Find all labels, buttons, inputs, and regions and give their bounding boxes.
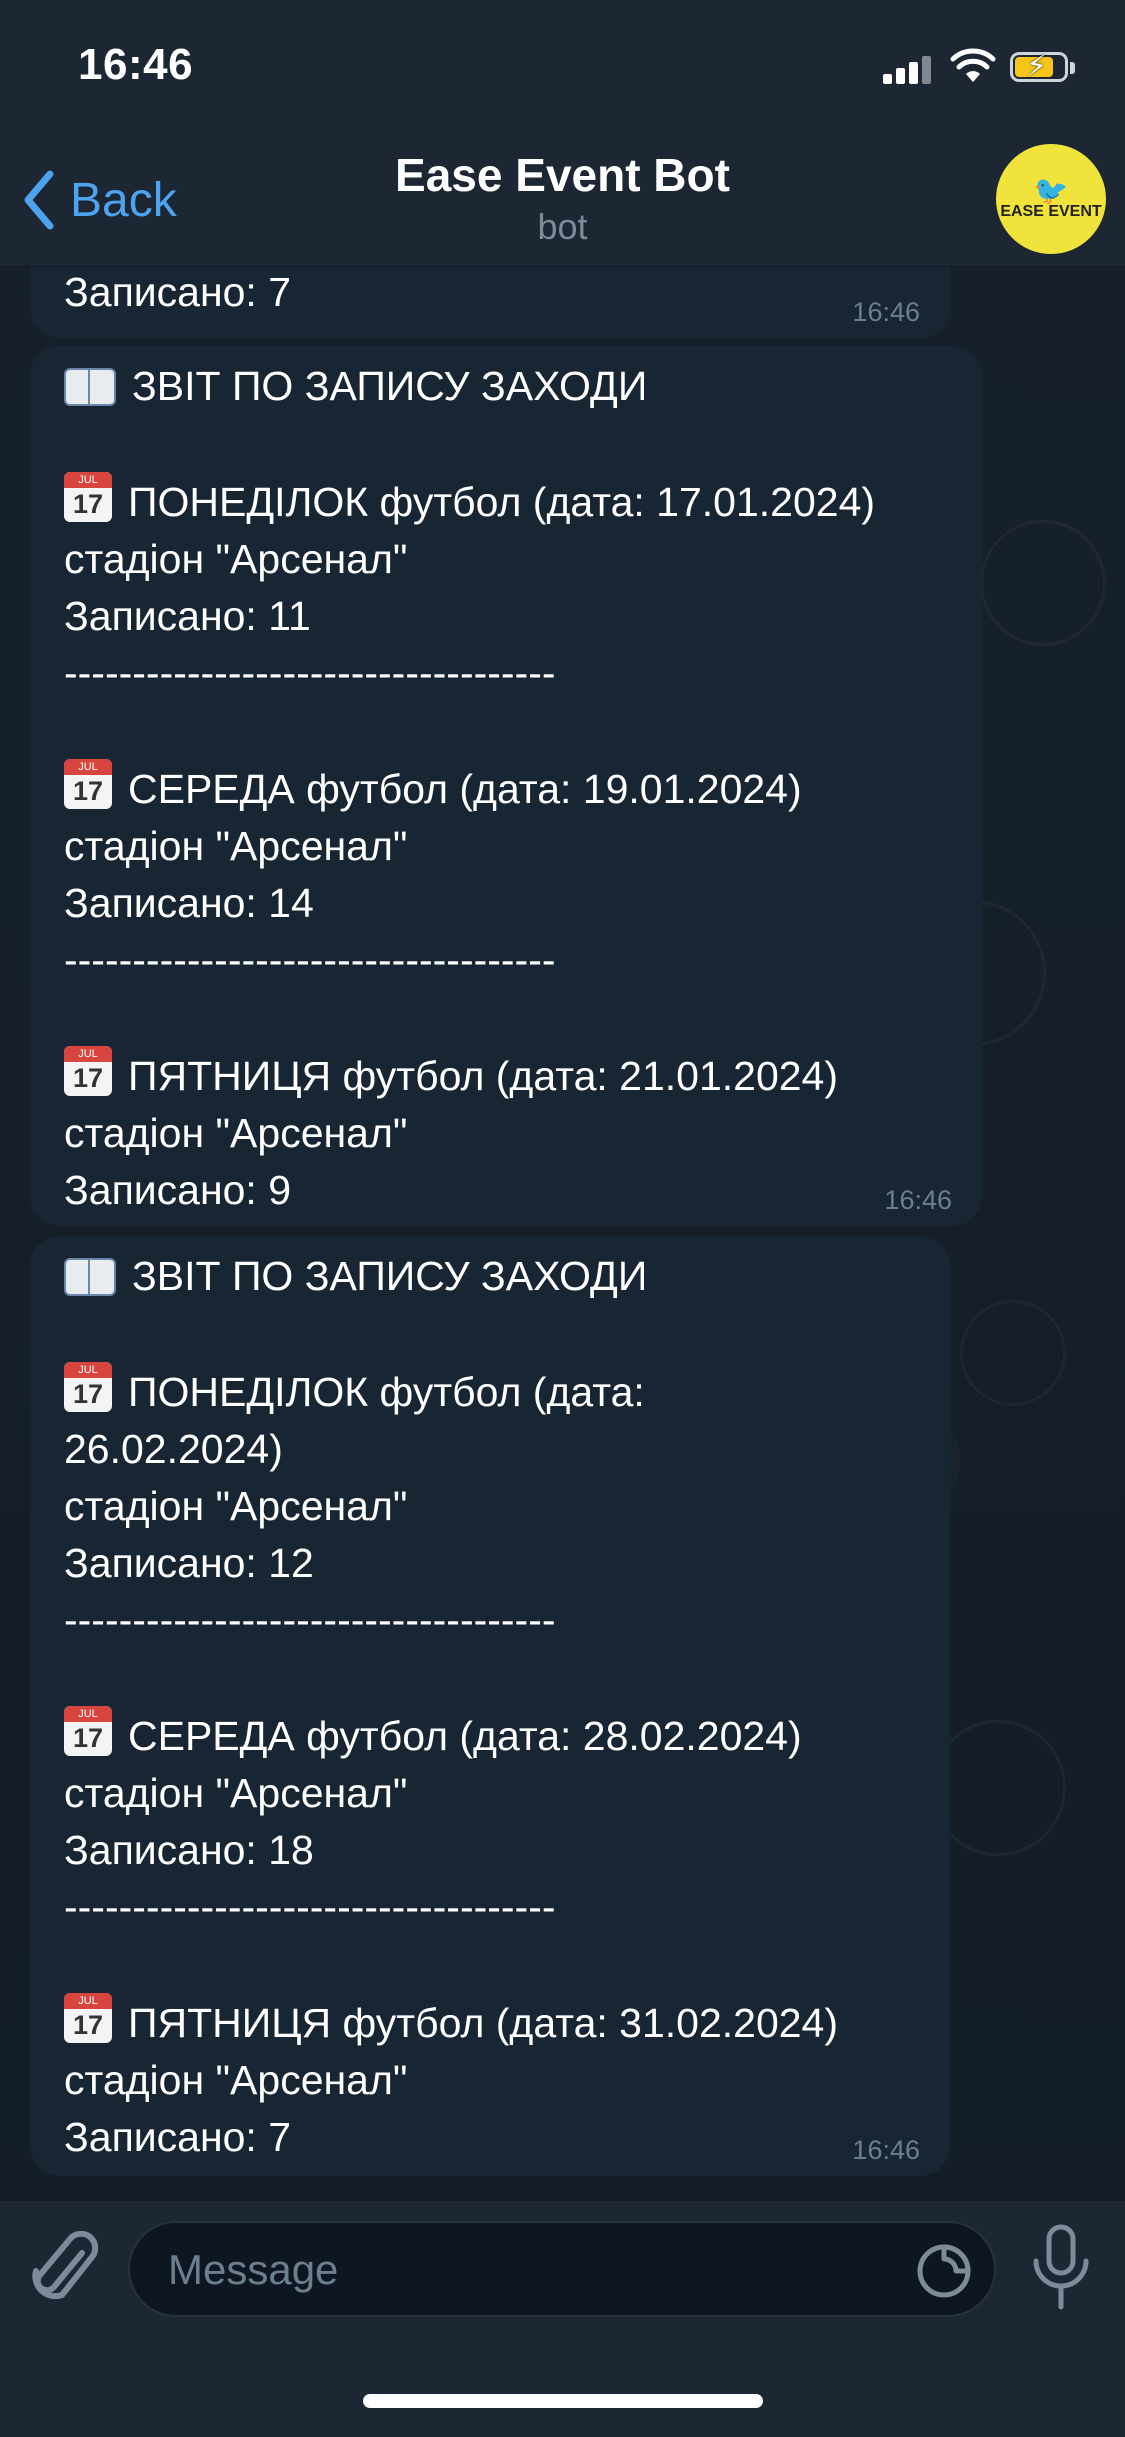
status-bar: 16:46 ⚡ [0,0,1125,130]
status-time: 16:46 [78,40,194,89]
message-time: 16:46 [884,1185,952,1215]
calendar-icon [64,472,112,522]
event-place: стадіон "Арсенал" [64,2057,408,2103]
event-count: Записано: 18 [64,1827,314,1873]
message-line: Записано: 7 [64,269,292,315]
event-count: Записано: 11 [64,593,311,639]
avatar-text: EASE EVENT [1000,203,1102,220]
event-title-continued: 26.02.2024) [64,1426,283,1472]
separator: ------------------------------------ [64,650,556,696]
background-doodle [980,520,1106,646]
separator: ------------------------------------ [64,1884,556,1930]
wifi-icon [950,48,996,82]
chat-title[interactable]: Ease Event Bot [0,148,1125,202]
chat-header: Back Ease Event Bot bot 🐦 EASE EVENT [0,130,1125,267]
calendar-icon [64,1993,112,2043]
event-title: СЕРЕДА футбол (дата: 28.02.2024) [128,1713,802,1759]
bird-logo-icon: 🐦 [1033,175,1069,206]
bot-avatar[interactable]: 🐦 EASE EVENT [996,144,1106,254]
report-header: ЗВІТ ПО ЗАПИСУ ЗАХОДИ [132,363,648,409]
event-count: Записано: 7 [64,2114,292,2160]
battery-icon: ⚡ [1010,50,1076,84]
separator: ------------------------------------ [64,1597,556,1643]
event-title: ПОНЕДІЛОК футбол (дата: [128,1369,645,1415]
calendar-icon [64,1362,112,1412]
open-book-icon [64,1254,116,1296]
report-header: ЗВІТ ПО ЗАПИСУ ЗАХОДИ [132,1253,648,1299]
event-place: стадіон "Арсенал" [64,1483,408,1529]
paperclip-icon[interactable] [30,2231,100,2311]
event-place: стадіон "Арсенал" [64,823,408,869]
chat-subtitle: bot [537,206,588,247]
message-bubble[interactable]: ЗВІТ ПО ЗАПИСУ ЗАХОДИ ПОНЕДІЛОК футбол (… [30,1236,950,2176]
event-place: стадіон "Арсенал" [64,1770,408,1816]
event-place: стадіон "Арсенал" [64,1110,408,1156]
event-title: СЕРЕДА футбол (дата: 19.01.2024) [128,766,802,812]
background-doodle [930,1720,1066,1856]
message-time: 16:46 [852,297,920,327]
message-input[interactable] [166,2223,910,2317]
background-doodle [960,1300,1066,1406]
event-title: ПОНЕДІЛОК футбол (дата: 17.01.2024) [128,479,876,525]
event-count: Записано: 12 [64,1540,314,1586]
event-place: стадіон "Арсенал" [64,536,408,582]
message-bubble[interactable]: ЗВІТ ПО ЗАПИСУ ЗАХОДИ ПОНЕДІЛОК футбол (… [30,346,982,1226]
calendar-icon [64,1046,112,1096]
event-count: Записано: 9 [64,1167,292,1213]
sticker-icon[interactable] [916,2243,972,2299]
calendar-icon [64,1706,112,1756]
open-book-icon [64,364,116,406]
home-indicator[interactable] [363,2394,763,2408]
message-input-container[interactable] [128,2221,996,2317]
event-title: ПЯТНИЦЯ футбол (дата: 21.01.2024) [128,1053,839,1099]
calendar-icon [64,759,112,809]
message-time: 16:46 [852,2135,920,2165]
cellular-signal-icon [883,54,933,84]
event-count: Записано: 14 [64,880,314,926]
separator: ------------------------------------ [64,937,556,983]
event-title: ПЯТНИЦЯ футбол (дата: 31.02.2024) [128,2000,839,2046]
microphone-icon[interactable] [1030,2223,1092,2315]
